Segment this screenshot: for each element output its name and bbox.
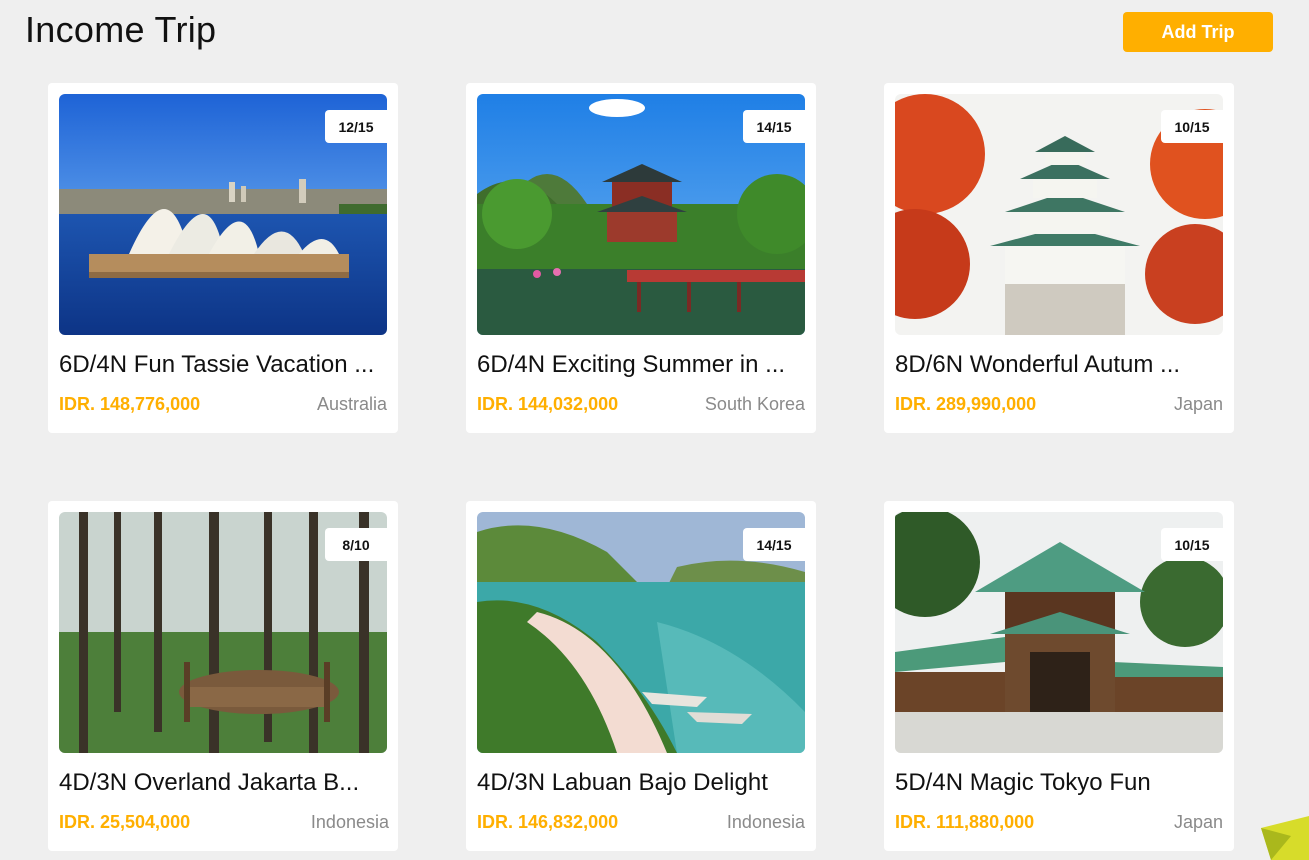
quota-badge: 10/15	[1161, 110, 1223, 143]
trip-image-japan-castle: 10/15	[895, 94, 1223, 335]
page-title: Income Trip	[25, 9, 217, 50]
trip-country: Japan	[1173, 812, 1223, 832]
trip-country: Indonesia	[310, 812, 389, 832]
trip-card[interactable]: 12/15 6D/4N Fun Tassie Vacation ... IDR.…	[48, 83, 398, 433]
trip-country: Japan	[1173, 394, 1223, 414]
trip-image-korea: 14/15	[477, 94, 805, 335]
trip-title: 4D/3N Labuan Bajo Delight	[477, 769, 768, 796]
trip-card[interactable]: 10/15 5D/4N Magic Tokyo Fun IDR. 111,880…	[884, 501, 1234, 851]
trip-country: South Korea	[704, 394, 805, 414]
trip-country: Australia	[316, 394, 387, 414]
trip-title: 6D/4N Exciting Summer in ...	[477, 351, 786, 378]
quota-badge: 10/15	[1161, 528, 1223, 561]
trip-title: 5D/4N Magic Tokyo Fun	[895, 769, 1151, 796]
trip-card[interactable]: 14/15 4D/3N Labuan Bajo Delight IDR. 146…	[466, 501, 816, 851]
trip-price: IDR. 144,032,000	[477, 394, 619, 414]
trip-price: IDR. 25,504,000	[59, 812, 191, 832]
trip-title: 8D/6N Wonderful Autum ...	[895, 351, 1181, 378]
trip-price: IDR. 146,832,000	[477, 812, 619, 832]
trip-image-labuan-bajo: 14/15	[477, 512, 805, 753]
trip-price: IDR. 148,776,000	[59, 394, 201, 414]
trip-title: 4D/3N Overland Jakarta B...	[59, 769, 360, 796]
trip-card[interactable]: 10/15 8D/6N Wonderful Autum ... IDR. 289…	[884, 83, 1234, 433]
quota-badge: 8/10	[325, 528, 387, 561]
quota-badge: 14/15	[743, 528, 805, 561]
add-trip-button[interactable]: Add Trip	[1123, 12, 1273, 52]
trip-country: Indonesia	[726, 812, 805, 832]
trip-image-meiji-shrine: 10/15	[895, 512, 1223, 753]
trip-image-sydney: 12/15	[59, 94, 387, 335]
corner-decoration-icon	[1261, 816, 1309, 860]
trip-card[interactable]: 8/10 4D/3N Overland Jakarta B... IDR. 25…	[48, 501, 398, 851]
trip-price: IDR. 111,880,000	[895, 812, 1035, 832]
trip-price: IDR. 289,990,000	[895, 394, 1037, 414]
trip-title: 6D/4N Fun Tassie Vacation ...	[59, 351, 375, 378]
trip-card[interactable]: 14/15 6D/4N Exciting Summer in ... IDR. …	[466, 83, 816, 433]
trip-image-pine-forest: 8/10	[59, 512, 387, 753]
quota-badge: 14/15	[743, 110, 805, 143]
quota-badge: 12/15	[325, 110, 387, 143]
